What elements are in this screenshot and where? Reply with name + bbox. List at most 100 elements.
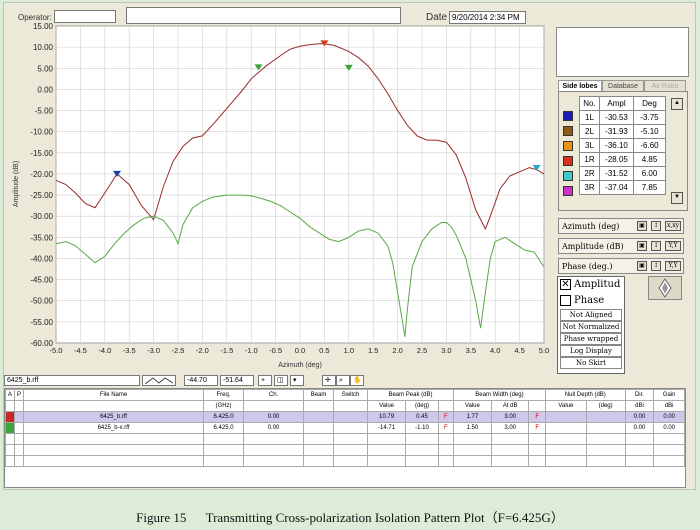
x-tick-label: -0.5 bbox=[269, 346, 282, 355]
axis-control-label: Azimuth (deg) bbox=[562, 222, 620, 231]
x-tick-label: -1.0 bbox=[245, 346, 258, 355]
scroll-down-icon[interactable]: ▼ bbox=[671, 192, 683, 204]
y-tick-label: -40.00 bbox=[30, 254, 53, 263]
lock-icon[interactable]: ▣ bbox=[637, 221, 647, 231]
x-tick-label: -4.5 bbox=[74, 346, 87, 355]
col-deg: Deg bbox=[633, 96, 666, 111]
x-axis-label: Azimuth (deg) bbox=[278, 362, 322, 369]
axis-scale-button[interactable]: Y,Y bbox=[665, 261, 681, 271]
pan-arrows-icon bbox=[658, 278, 672, 298]
line-style-icon[interactable] bbox=[142, 375, 176, 386]
crosshair-icon[interactable]: ✛ bbox=[322, 375, 336, 386]
table-cell bbox=[243, 455, 305, 467]
sidelobe-ampl: -36.10 bbox=[599, 138, 634, 153]
table-cell: F bbox=[437, 411, 454, 423]
option-button[interactable]: Not Aligned bbox=[560, 309, 622, 321]
scale-icon[interactable]: ↕ bbox=[651, 241, 661, 251]
file-table: A P File Name Freq. Ch. Beam Switch Beam Peak (… bbox=[4, 388, 686, 488]
sidelobe-ampl: -30.53 bbox=[599, 110, 634, 125]
option-button[interactable]: Not Normalized bbox=[560, 321, 622, 333]
amplitude-checkbox[interactable]: ✕ bbox=[560, 279, 571, 290]
select-tool-icon[interactable]: ▾ bbox=[290, 375, 304, 386]
table-cell bbox=[14, 444, 25, 456]
table-cell bbox=[545, 422, 587, 434]
table-cell bbox=[303, 444, 335, 456]
magnify-icon[interactable]: ⌕ bbox=[336, 375, 350, 386]
cursor-value-2[interactable]: -51.64 bbox=[220, 375, 254, 386]
table-row[interactable]: 6425_b-x.rff 6.425.0 0.00 -14.71 -1.10 F 1.50 3… bbox=[5, 422, 685, 434]
option-button[interactable]: No Skirt bbox=[560, 357, 622, 369]
scroll-up-icon[interactable]: ▲ bbox=[671, 98, 683, 110]
options-panel: ✕ Amplitud Phase Not Aligned Not Normaliz… bbox=[557, 276, 625, 374]
table-cell bbox=[303, 433, 335, 445]
scale-icon[interactable]: ↕ bbox=[651, 261, 661, 271]
hand-icon[interactable]: ✋ bbox=[350, 375, 364, 386]
cursor-value-1[interactable]: -44.70 bbox=[184, 375, 218, 386]
cursor-tool-icon[interactable]: + bbox=[258, 375, 272, 386]
lock-icon[interactable]: ▣ bbox=[637, 241, 647, 251]
table-cell bbox=[437, 433, 454, 445]
table-cell bbox=[23, 455, 205, 467]
sidelobe-deg: 7.85 bbox=[633, 180, 666, 195]
sidelobe-row: 2R -31.52 6.00 bbox=[579, 166, 666, 181]
table-cell bbox=[405, 433, 439, 445]
axis-scale-button[interactable]: x,xy bbox=[665, 221, 681, 231]
sidelobe-color-swatch bbox=[563, 156, 573, 166]
sidelobe-ampl: -31.93 bbox=[599, 124, 634, 139]
table-cell bbox=[5, 422, 16, 434]
lock-icon[interactable]: ▣ bbox=[637, 261, 647, 271]
x-tick-label: 5.0 bbox=[539, 346, 549, 355]
amplitude-label: Amplitud bbox=[574, 279, 621, 290]
table-cell: dBi bbox=[653, 400, 685, 412]
table-cell: F bbox=[528, 411, 547, 423]
x-tick-label: -3.0 bbox=[147, 346, 160, 355]
y-tick-label: -25.00 bbox=[30, 191, 53, 200]
y-tick-label: 0.00 bbox=[37, 85, 53, 94]
table-cell bbox=[545, 433, 587, 445]
axis-scale-button[interactable]: Y,Y bbox=[665, 241, 681, 251]
pan-control[interactable] bbox=[648, 276, 682, 300]
table-cell bbox=[333, 444, 369, 456]
results-table: A P File Name Freq. Ch. Beam Switch Beam Peak (… bbox=[5, 389, 685, 467]
option-button[interactable]: Phase wrapped bbox=[560, 333, 622, 345]
axis-control-row[interactable]: Phase (deg.) ▣ ↕ Y,Y bbox=[558, 258, 684, 274]
table-cell bbox=[14, 422, 25, 434]
file-selector[interactable]: 6425_b.rff bbox=[4, 375, 140, 386]
x-tick-label: -5.0 bbox=[50, 346, 63, 355]
y-tick-label: -20.00 bbox=[30, 170, 53, 179]
table-cell: Beam Peak (dB) bbox=[367, 389, 454, 401]
table-cell: -14.71 bbox=[367, 422, 407, 434]
y-tick-label: -55.00 bbox=[30, 318, 53, 327]
x-tick-label: 3.5 bbox=[466, 346, 476, 355]
y-tick-label: -50.00 bbox=[30, 297, 53, 306]
table-cell bbox=[243, 400, 305, 412]
phase-checkbox[interactable] bbox=[560, 295, 571, 306]
table-cell: 0.45 bbox=[405, 411, 439, 423]
table-cell bbox=[452, 444, 492, 456]
axis-control-row[interactable]: Amplitude (dB) ▣ ↕ Y,Y bbox=[558, 238, 684, 254]
table-cell: 0.00 bbox=[653, 411, 685, 423]
sidelobe-no: 1L bbox=[579, 110, 600, 125]
table-cell bbox=[490, 444, 530, 456]
table-cell bbox=[203, 455, 245, 467]
zoom-tool-icon[interactable]: ◫ bbox=[274, 375, 288, 386]
table-row[interactable]: 6425_b.rff 6.425.0 0.00 10.79 0.45 F 1.77 3.00 F… bbox=[5, 411, 685, 423]
table-cell: 0.00 bbox=[624, 422, 655, 434]
table-cell bbox=[452, 455, 492, 467]
table-cell: Gain bbox=[653, 389, 685, 401]
phase-option[interactable]: Phase bbox=[558, 293, 624, 309]
axis-control-row[interactable]: Azimuth (deg) ▣ ↕ x,xy bbox=[558, 218, 684, 234]
scale-icon[interactable]: ↕ bbox=[651, 221, 661, 231]
option-button[interactable]: Log Display bbox=[560, 345, 622, 357]
table-cell: 6.425.0 bbox=[203, 422, 245, 434]
table-cell bbox=[585, 444, 626, 456]
table-cell bbox=[585, 455, 626, 467]
table-cell bbox=[23, 400, 205, 412]
table-cell bbox=[405, 444, 439, 456]
table-cell bbox=[367, 433, 407, 445]
table-cell: Beam Width (deg) bbox=[452, 389, 547, 401]
table-subheader-row: (GHz) Value (deg) Value At dB Value (deg) dBi dB… bbox=[5, 400, 685, 412]
y-axis-label: Amplitude (dB) bbox=[13, 161, 20, 207]
table-cell: -1.10 bbox=[405, 422, 439, 434]
amplitude-option[interactable]: ✕ Amplitud bbox=[558, 277, 624, 293]
